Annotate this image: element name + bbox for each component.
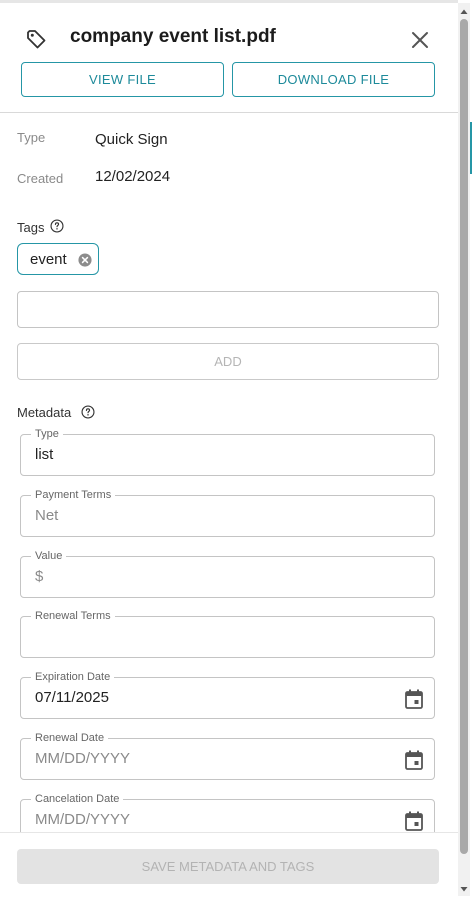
expiration-date-field[interactable]: Expiration Date 07/11/2025 — [20, 670, 435, 719]
metadata-section-label: Metadata — [17, 405, 72, 420]
close-icon[interactable] — [408, 28, 432, 52]
add-tag-button[interactable]: ADD — [17, 343, 439, 380]
calendar-icon[interactable] — [405, 811, 423, 831]
view-file-button[interactable]: VIEW FILE — [21, 62, 224, 97]
header-divider — [0, 112, 458, 113]
renewal-terms-field[interactable]: Renewal Terms — [20, 609, 435, 658]
help-circle-icon[interactable] — [50, 219, 64, 233]
renewal-date-field[interactable]: Renewal Date MM/DD/YYYY — [20, 731, 435, 780]
save-metadata-and-tags-button[interactable]: SAVE METADATA AND TAGS — [17, 849, 439, 884]
scrollbar-thumb[interactable] — [460, 19, 468, 854]
field-label: Expiration Date — [31, 670, 115, 684]
created-label: Created — [17, 171, 64, 186]
field-label: Cancelation Date — [31, 792, 124, 806]
type-value: Quick Sign — [95, 131, 168, 148]
calendar-icon[interactable] — [405, 689, 423, 709]
calendar-icon[interactable] — [405, 750, 423, 770]
tag-input[interactable] — [17, 291, 439, 328]
scroll-down-arrow-icon[interactable] — [460, 885, 468, 893]
created-value: 12/02/2024 — [95, 168, 171, 185]
field-label: Renewal Date — [31, 731, 109, 745]
field-label: Renewal Terms — [31, 609, 115, 623]
payment-terms-field[interactable]: Payment Terms Net — [20, 488, 435, 537]
footer-divider — [0, 832, 458, 833]
field-label: Value — [31, 549, 67, 563]
scroll-up-arrow-icon[interactable] — [460, 8, 468, 16]
field-placeholder: Net — [35, 507, 59, 524]
field-label: Type — [31, 427, 63, 441]
cancelation-date-field[interactable]: Cancelation Date MM/DD/YYYY — [20, 792, 435, 832]
type-label: Type — [17, 130, 46, 145]
field-placeholder: MM/DD/YYYY — [35, 750, 131, 767]
panel-scroll-area[interactable]: company event list.pdf VIEW FILE DOWNLOA… — [0, 0, 458, 832]
file-details-panel: company event list.pdf VIEW FILE DOWNLOA… — [0, 0, 472, 899]
field-placeholder: MM/DD/YYYY — [35, 811, 131, 828]
field-label: Payment Terms — [31, 488, 116, 502]
file-title: company event list.pdf — [70, 26, 276, 47]
tag-icon — [27, 30, 46, 49]
download-file-button[interactable]: DOWNLOAD FILE — [232, 62, 435, 97]
field-value: list — [35, 446, 54, 463]
cancel-circle-icon[interactable] — [78, 253, 92, 267]
tag-chip-label: event — [30, 251, 67, 268]
value-field[interactable]: Value $ — [20, 549, 435, 598]
help-circle-icon[interactable] — [81, 405, 95, 419]
tags-section-label: Tags — [17, 220, 45, 235]
field-placeholder: $ — [35, 568, 44, 585]
field-value: 07/11/2025 — [35, 689, 109, 706]
tag-chip[interactable]: event — [17, 243, 99, 275]
metadata-type-field[interactable]: Type list — [20, 427, 435, 476]
vertical-scrollbar[interactable] — [458, 3, 470, 896]
